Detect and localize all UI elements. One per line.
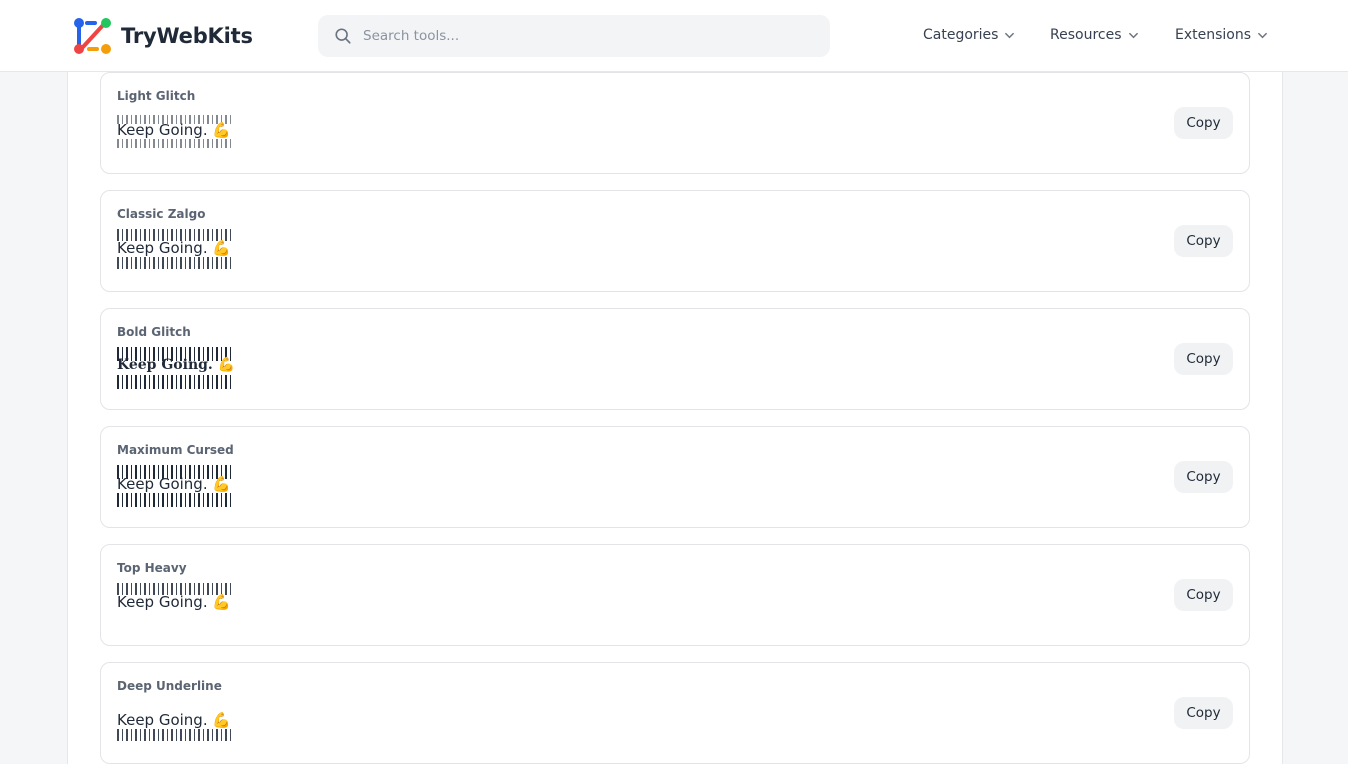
glitch-marks-bottom — [117, 729, 231, 741]
preview-text: Keep Going. 💪 — [117, 475, 232, 493]
copy-button[interactable]: Copy — [1174, 343, 1233, 375]
style-name: Maximum Cursed — [117, 443, 234, 457]
copy-button[interactable]: Copy — [1174, 461, 1233, 493]
preview-text: Keep Going. 💪 — [117, 121, 232, 139]
style-card-top-heavy: Top Heavy Keep Going. 💪 Copy — [100, 544, 1250, 646]
chevron-down-icon — [1128, 32, 1138, 38]
style-preview[interactable]: Keep Going. 💪 — [117, 701, 237, 741]
glitch-marks-bottom — [117, 493, 231, 507]
preview-text: Keep Going. 💪 — [117, 239, 232, 257]
nav-extensions-label: Extensions — [1175, 27, 1252, 43]
nav-extensions[interactable]: Extensions — [1175, 27, 1268, 43]
style-preview[interactable]: Keep Going. 💪 — [117, 465, 237, 507]
copy-button[interactable]: Copy — [1174, 107, 1233, 139]
glitch-marks-bottom — [117, 375, 231, 389]
glitch-marks-bottom — [117, 257, 231, 269]
nav-resources[interactable]: Resources — [1050, 27, 1139, 43]
logo-mark-icon — [73, 17, 113, 55]
brand-logo[interactable]: TryWebKits — [73, 17, 253, 55]
preview-text: Keep Going. 💪 — [117, 357, 236, 373]
copy-button[interactable]: Copy — [1174, 579, 1233, 611]
preview-text: Keep Going. 💪 — [117, 711, 232, 729]
style-card-deep-underline: Deep Underline Keep Going. 💪 Copy — [100, 662, 1250, 764]
copy-button[interactable]: Copy — [1174, 697, 1233, 729]
search-box[interactable] — [318, 15, 830, 57]
glitch-marks-bottom — [117, 139, 231, 148]
style-name: Classic Zalgo — [117, 207, 206, 221]
style-preview[interactable]: Keep Going. 💪 — [117, 111, 237, 151]
nav-categories-label: Categories — [923, 27, 999, 43]
copy-button[interactable]: Copy — [1174, 225, 1233, 257]
style-preview[interactable]: Keep Going. 💪 — [117, 229, 237, 269]
style-name: Light Glitch — [117, 89, 196, 103]
style-name: Deep Underline — [117, 679, 222, 693]
search-input[interactable] — [363, 28, 803, 44]
style-card-maximum-cursed: Maximum Cursed Keep Going. 💪 Copy — [100, 426, 1250, 528]
style-card-bold-glitch: Bold Glitch Keep Going. 💪 Copy — [100, 308, 1250, 410]
style-preview[interactable]: Keep Going. 💪 — [117, 347, 237, 389]
chevron-down-icon — [1005, 32, 1015, 38]
nav-resources-label: Resources — [1050, 27, 1122, 43]
chevron-down-icon — [1258, 32, 1267, 38]
brand-name: TryWebKits — [121, 24, 253, 48]
preview-text: Keep Going. 💪 — [117, 593, 232, 611]
style-preview[interactable]: Keep Going. 💪 — [117, 583, 237, 623]
style-name: Top Heavy — [117, 561, 187, 575]
style-name: Bold Glitch — [117, 325, 191, 339]
style-card-classic-zalgo: Classic Zalgo Keep Going. 💪 Copy — [100, 190, 1250, 292]
nav-categories[interactable]: Categories — [923, 27, 1015, 43]
search-icon — [335, 28, 351, 44]
site-header: TryWebKits Categories Resources Extensio… — [0, 0, 1348, 72]
style-card-light-glitch: Light Glitch Keep Going. 💪 Copy — [100, 72, 1250, 174]
